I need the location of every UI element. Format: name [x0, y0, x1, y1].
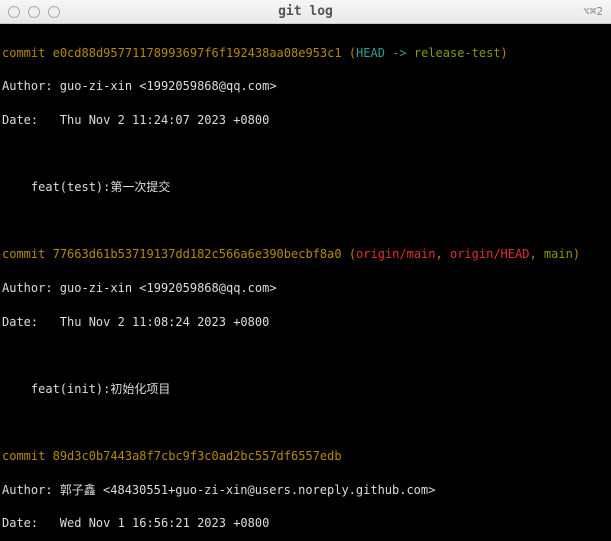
- commit-message: feat(test):第一次提交: [2, 179, 609, 196]
- commit-hash: 77663d61b53719137dd182c566a6e390becbf8a0: [53, 247, 342, 261]
- zoom-button[interactable]: [48, 6, 60, 18]
- date-value: Wed Nov 1 16:56:21 2023 +0800: [38, 516, 269, 530]
- commit-label: commit: [2, 449, 45, 463]
- close-button[interactable]: [8, 6, 20, 18]
- head-ref: HEAD ->: [356, 46, 414, 60]
- refs-close: ): [573, 247, 580, 261]
- branch-ref: release-test: [414, 46, 501, 60]
- author-value: guo-zi-xin <1992059868@qq.com>: [53, 79, 277, 93]
- commit-message: feat(init):初始化项目: [2, 381, 609, 398]
- branch-ref: main: [544, 247, 573, 261]
- date-label: Date:: [2, 315, 38, 329]
- author-value: guo-zi-xin <1992059868@qq.com>: [53, 281, 277, 295]
- date-value: Thu Nov 2 11:08:24 2023 +0800: [38, 315, 269, 329]
- ref-sep: ,: [436, 247, 450, 261]
- minimize-button[interactable]: [28, 6, 40, 18]
- refs-open: (: [349, 46, 356, 60]
- commit-hash: 89d3c0b7443a8f7cbc9f3c0ad2bc557df6557edb: [53, 449, 342, 463]
- window-title: git log: [278, 4, 333, 19]
- refs-close: ): [501, 46, 508, 60]
- terminal-output[interactable]: commit e0cd88d95771178993697f6f192438aa0…: [0, 24, 611, 541]
- shortcut-indicator: ⌥⌘2: [583, 5, 603, 18]
- commit-label: commit: [2, 247, 45, 261]
- ref-sep: ,: [529, 247, 543, 261]
- remote-ref: origin/main: [356, 247, 435, 261]
- date-label: Date:: [2, 516, 38, 530]
- author-label: Author:: [2, 483, 53, 497]
- refs-open: (: [349, 247, 356, 261]
- date-value: Thu Nov 2 11:24:07 2023 +0800: [38, 113, 269, 127]
- author-label: Author:: [2, 79, 53, 93]
- author-label: Author:: [2, 281, 53, 295]
- remote-ref: origin/HEAD: [450, 247, 529, 261]
- commit-hash: e0cd88d95771178993697f6f192438aa08e953c1: [53, 46, 342, 60]
- titlebar: git log ⌥⌘2: [0, 0, 611, 24]
- author-value: 郭子鑫 <48430551+guo-zi-xin@users.noreply.g…: [53, 483, 436, 497]
- window-buttons: [8, 6, 60, 18]
- date-label: Date:: [2, 113, 38, 127]
- commit-label: commit: [2, 46, 45, 60]
